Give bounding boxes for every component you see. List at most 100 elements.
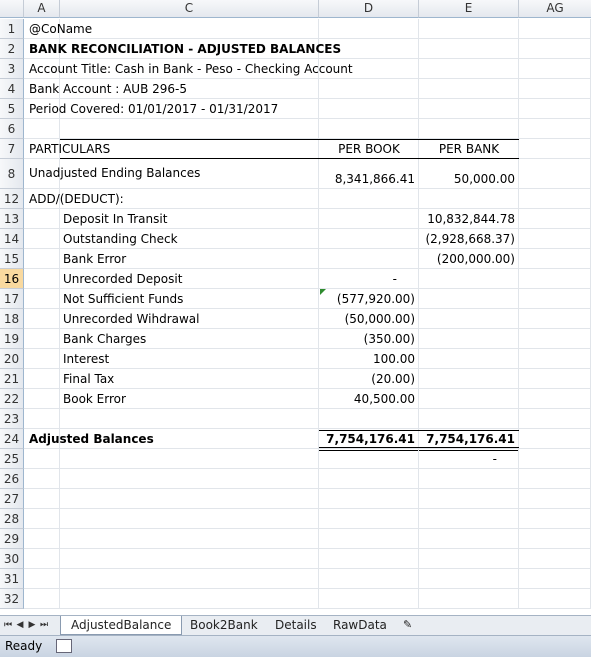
grid-cell[interactable]: [419, 309, 519, 329]
grid-cell[interactable]: [60, 589, 319, 609]
row-header[interactable]: 17: [0, 289, 24, 309]
grid-cell[interactable]: [519, 229, 591, 249]
row-header[interactable]: 15: [0, 249, 24, 269]
grid-cell[interactable]: [519, 119, 591, 139]
grid-cell[interactable]: [319, 229, 419, 249]
grid-cell[interactable]: [519, 369, 591, 389]
row-header[interactable]: 13: [0, 209, 24, 229]
grid-cell[interactable]: [519, 589, 591, 609]
grid-cell[interactable]: [519, 249, 591, 269]
row-header[interactable]: 19: [0, 329, 24, 349]
grid-cell[interactable]: [60, 119, 319, 139]
grid-cell[interactable]: [519, 409, 591, 429]
grid-cell[interactable]: [519, 159, 591, 189]
grid-cell[interactable]: [319, 489, 419, 509]
grid-cell[interactable]: [519, 19, 591, 39]
macro-record-icon[interactable]: [56, 639, 72, 653]
grid-cell[interactable]: [24, 209, 60, 229]
grid-cell[interactable]: [319, 469, 419, 489]
grid-cell[interactable]: [24, 409, 60, 429]
grid-cell[interactable]: [24, 229, 60, 249]
row-header[interactable]: 5: [0, 99, 24, 119]
grid-cell[interactable]: [419, 99, 519, 119]
grid-cell[interactable]: [319, 99, 419, 119]
grid-cell[interactable]: [60, 409, 319, 429]
grid-cell[interactable]: [519, 549, 591, 569]
grid-cell[interactable]: [24, 449, 60, 469]
grid-cell[interactable]: [519, 269, 591, 289]
grid-cell[interactable]: [60, 19, 319, 39]
column-header-d[interactable]: D: [319, 0, 419, 18]
grid-cell[interactable]: [60, 569, 319, 589]
grid-cell[interactable]: [419, 119, 519, 139]
grid-cell[interactable]: [319, 589, 419, 609]
row-header[interactable]: 8: [0, 159, 24, 189]
row-header[interactable]: 32: [0, 589, 24, 609]
grid-cell[interactable]: [319, 449, 419, 469]
grid-cell[interactable]: [24, 329, 60, 349]
row-header[interactable]: 28: [0, 509, 24, 529]
grid-cell[interactable]: [24, 369, 60, 389]
grid-cell[interactable]: [24, 549, 60, 569]
grid-cell[interactable]: [519, 349, 591, 369]
grid-cell[interactable]: [24, 509, 60, 529]
grid-cell[interactable]: [24, 289, 60, 309]
grid-cell[interactable]: [519, 39, 591, 59]
grid-cell[interactable]: [419, 489, 519, 509]
row-header[interactable]: 1: [0, 19, 24, 39]
grid-cell[interactable]: [519, 189, 591, 209]
grid-cell[interactable]: [519, 429, 591, 449]
row-header[interactable]: 21: [0, 369, 24, 389]
grid-cell[interactable]: [60, 489, 319, 509]
row-header[interactable]: 25: [0, 449, 24, 469]
row-header[interactable]: 4: [0, 79, 24, 99]
column-header-ag[interactable]: AG: [519, 0, 591, 18]
select-all-corner[interactable]: [0, 0, 24, 18]
grid-cell[interactable]: [319, 19, 419, 39]
grid-cell[interactable]: [519, 529, 591, 549]
grid-cell[interactable]: [419, 79, 519, 99]
grid-cell[interactable]: [60, 449, 319, 469]
row-header[interactable]: 14: [0, 229, 24, 249]
grid-cell[interactable]: [60, 469, 319, 489]
grid-cell[interactable]: [60, 549, 319, 569]
grid-cell[interactable]: [24, 309, 60, 329]
grid-cell[interactable]: [24, 469, 60, 489]
grid-cell[interactable]: [419, 369, 519, 389]
row-header[interactable]: 2: [0, 39, 24, 59]
grid-cell[interactable]: [319, 209, 419, 229]
grid-cell[interactable]: [519, 449, 591, 469]
grid-cell[interactable]: [319, 509, 419, 529]
cell-error-indicator-icon[interactable]: [320, 289, 326, 295]
grid-cell[interactable]: [319, 549, 419, 569]
row-header[interactable]: 26: [0, 469, 24, 489]
grid-cell[interactable]: [419, 589, 519, 609]
grid-cell[interactable]: [24, 389, 60, 409]
grid-cell[interactable]: [419, 59, 519, 79]
grid-cell[interactable]: [419, 409, 519, 429]
row-header[interactable]: 27: [0, 489, 24, 509]
row-header[interactable]: 22: [0, 389, 24, 409]
grid-cell[interactable]: [24, 349, 60, 369]
grid-cell[interactable]: [419, 289, 519, 309]
grid-cell[interactable]: [419, 469, 519, 489]
row-header[interactable]: 18: [0, 309, 24, 329]
grid-cell[interactable]: [419, 529, 519, 549]
grid-cell[interactable]: [519, 329, 591, 349]
grid-cell[interactable]: [519, 509, 591, 529]
row-header[interactable]: 6: [0, 119, 24, 139]
grid-cell[interactable]: [60, 529, 319, 549]
row-header[interactable]: 29: [0, 529, 24, 549]
first-sheet-icon[interactable]: ⏮: [3, 618, 13, 632]
grid-cell[interactable]: [319, 79, 419, 99]
grid-cell[interactable]: [419, 269, 519, 289]
row-header[interactable]: 7: [0, 139, 24, 159]
grid-cell[interactable]: [519, 209, 591, 229]
column-header-e[interactable]: E: [419, 0, 519, 18]
grid-cell[interactable]: [519, 79, 591, 99]
row-header[interactable]: 20: [0, 349, 24, 369]
row-header[interactable]: 3: [0, 59, 24, 79]
grid-cell[interactable]: [24, 489, 60, 509]
grid-cell[interactable]: [24, 589, 60, 609]
grid-cell[interactable]: [519, 469, 591, 489]
